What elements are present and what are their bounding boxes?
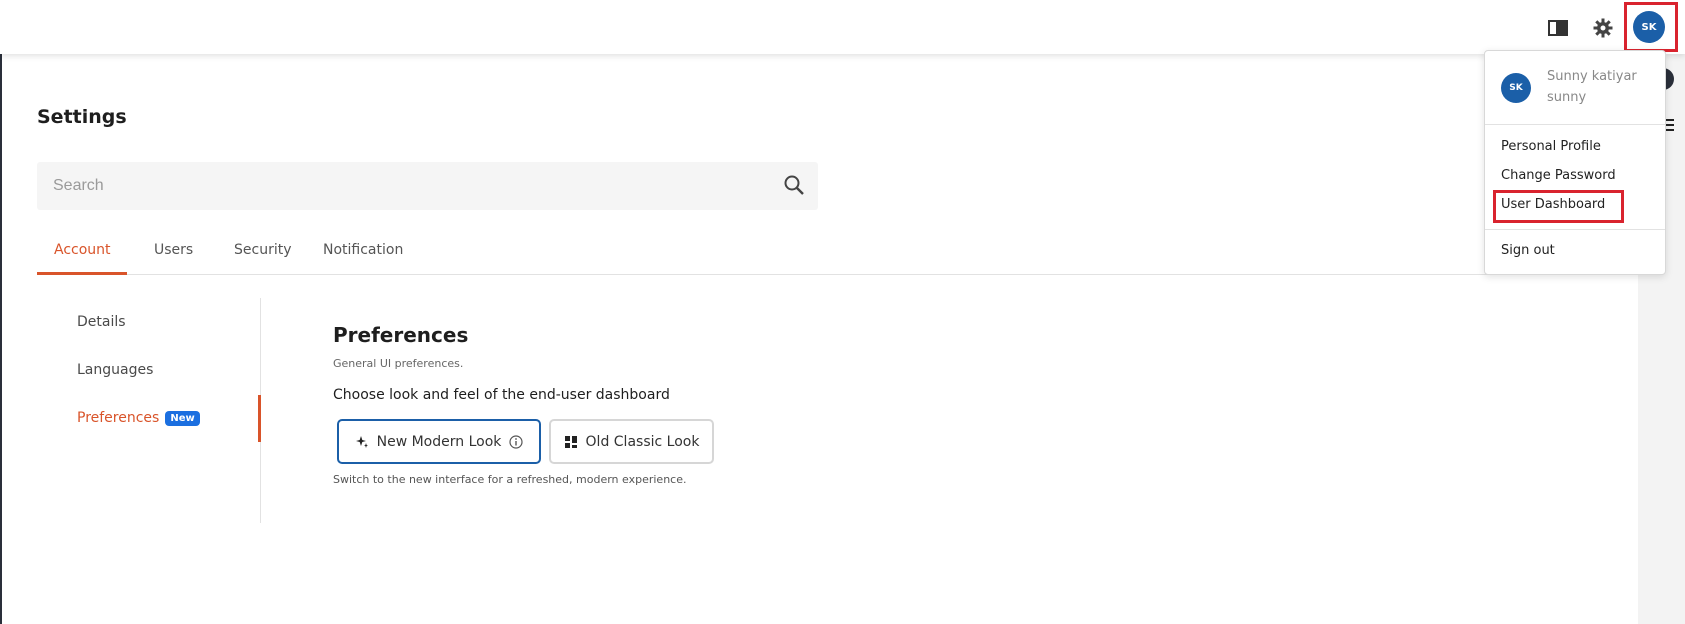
old-classic-look-button[interactable]: Old Classic Look bbox=[549, 419, 714, 464]
old-classic-look-label: Old Classic Look bbox=[585, 433, 700, 450]
look-note: Switch to the new interface for a refres… bbox=[333, 473, 687, 486]
menu-divider bbox=[1485, 229, 1665, 230]
sign-out-item[interactable]: Sign out bbox=[1501, 243, 1555, 258]
left-edge bbox=[0, 54, 2, 624]
look-choice-label: Choose look and feel of the end-user das… bbox=[333, 387, 670, 403]
search-input[interactable] bbox=[53, 174, 753, 198]
subnav-item-languages[interactable]: Languages bbox=[77, 362, 153, 378]
new-badge: New bbox=[165, 411, 200, 426]
gear-icon[interactable] bbox=[1591, 16, 1615, 40]
avatar[interactable]: SK bbox=[1633, 11, 1665, 43]
user-username: sunny bbox=[1547, 90, 1587, 105]
new-modern-look-button[interactable]: New Modern Look bbox=[337, 419, 541, 464]
active-tab-indicator bbox=[37, 272, 127, 275]
tab-security[interactable]: Security bbox=[234, 242, 292, 258]
search-icon[interactable] bbox=[783, 174, 807, 198]
tab-users[interactable]: Users bbox=[154, 242, 193, 258]
subnav-item-details[interactable]: Details bbox=[77, 314, 126, 330]
avatar-highlight: SK bbox=[1624, 2, 1678, 52]
book-open-icon[interactable] bbox=[1546, 16, 1570, 40]
new-modern-look-label: New Modern Look bbox=[376, 433, 502, 450]
personal-profile-item[interactable]: Personal Profile bbox=[1501, 139, 1601, 154]
subnav-item-preferences[interactable]: Preferences New bbox=[77, 410, 200, 426]
top-bar: SK bbox=[0, 0, 1685, 54]
account-subnav: Details Languages Preferences New bbox=[37, 298, 261, 523]
settings-tabs: Account Users Security Notification bbox=[37, 234, 1638, 275]
page-title: Settings bbox=[37, 106, 127, 128]
menu-divider bbox=[1485, 124, 1665, 125]
tab-account[interactable]: Account bbox=[54, 242, 111, 258]
user-name: Sunny katiyar bbox=[1547, 69, 1637, 84]
subnav-item-label: Preferences bbox=[77, 410, 160, 426]
section-subtitle: General UI preferences. bbox=[333, 357, 464, 370]
search-box bbox=[37, 162, 818, 210]
info-icon[interactable] bbox=[509, 434, 523, 449]
change-password-item[interactable]: Change Password bbox=[1501, 168, 1616, 183]
avatar: SK bbox=[1501, 73, 1531, 103]
sparkle-icon bbox=[355, 435, 369, 449]
tab-notification[interactable]: Notification bbox=[323, 242, 403, 258]
user-menu: SK Sunny katiyar sunny Personal Profile … bbox=[1484, 50, 1666, 275]
section-title: Preferences bbox=[333, 323, 469, 347]
user-dashboard-item[interactable]: User Dashboard bbox=[1501, 197, 1605, 212]
active-subnav-indicator bbox=[258, 395, 261, 442]
grid-icon bbox=[564, 435, 578, 449]
